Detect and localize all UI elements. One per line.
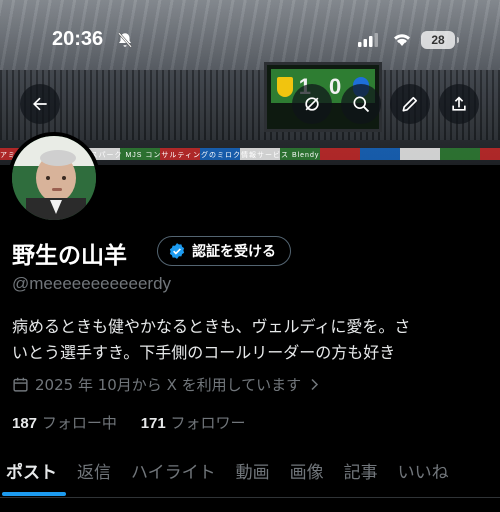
get-verified-button[interactable]: 認証を受ける (157, 236, 291, 266)
mute-icon (305, 97, 319, 111)
joined-date[interactable]: 2025 年 10月から X を利用しています (12, 374, 322, 395)
tab-likes[interactable]: いいね (398, 452, 449, 498)
joined-text: 2025 年 10月から X を利用しています (35, 376, 302, 394)
edit-icon (402, 96, 418, 112)
profile-tabs: ポスト 返信 ハイライト 動画 画像 記事 いいね (0, 452, 500, 498)
signal-icon (358, 33, 378, 47)
back-arrow-icon (33, 97, 47, 111)
tab-videos[interactable]: 動画 (236, 452, 270, 498)
bio-line: いとう選手すき。下手側のコールリーダーの方も好き (12, 343, 396, 362)
followers-link[interactable]: 171 フォロワー (141, 414, 246, 432)
chevron-right-icon (311, 378, 319, 391)
search-icon (353, 96, 370, 113)
tab-highlights[interactable]: ハイライト (131, 452, 216, 498)
tab-replies[interactable]: 返信 (77, 452, 111, 498)
share-button[interactable] (439, 84, 479, 124)
search-button[interactable] (341, 84, 381, 124)
verified-badge-icon (169, 243, 185, 259)
user-handle: @meeeeeeeeeeerdy (12, 274, 172, 293)
bio-line: 病めるときも健やかなるときも、ヴェルディに愛を。さ (12, 317, 411, 336)
follow-stats: 187 フォロー中 171 フォロワー (12, 412, 246, 433)
tab-articles[interactable]: 記事 (344, 452, 378, 498)
followers-label: フォロワー (170, 414, 246, 432)
get-verified-label: 認証を受ける (192, 244, 276, 260)
calendar-icon (13, 377, 28, 392)
tab-media[interactable]: 画像 (290, 452, 324, 498)
bell-slash-icon (118, 32, 132, 48)
mute-button[interactable] (292, 84, 332, 124)
following-count: 187 (12, 415, 38, 432)
following-label: フォロー中 (41, 414, 117, 432)
wifi-icon (394, 34, 410, 46)
avatar[interactable] (8, 132, 100, 224)
profile-bio: 病めるときも健やかなるときも、ヴェルディに愛を。さ いとう選手すき。下手側のコー… (12, 314, 492, 366)
share-icon (452, 96, 466, 111)
back-button[interactable] (20, 84, 60, 124)
following-link[interactable]: 187 フォロー中 (12, 414, 122, 432)
display-name: 野生の山羊 (12, 243, 127, 269)
tabs-divider (0, 497, 500, 498)
active-tab-indicator (2, 492, 66, 496)
status-time: 20:36 (52, 28, 104, 50)
battery-indicator: 28 (421, 31, 459, 49)
followers-count: 171 (140, 415, 166, 432)
avatar-image (12, 136, 96, 220)
edit-button[interactable] (390, 84, 430, 124)
